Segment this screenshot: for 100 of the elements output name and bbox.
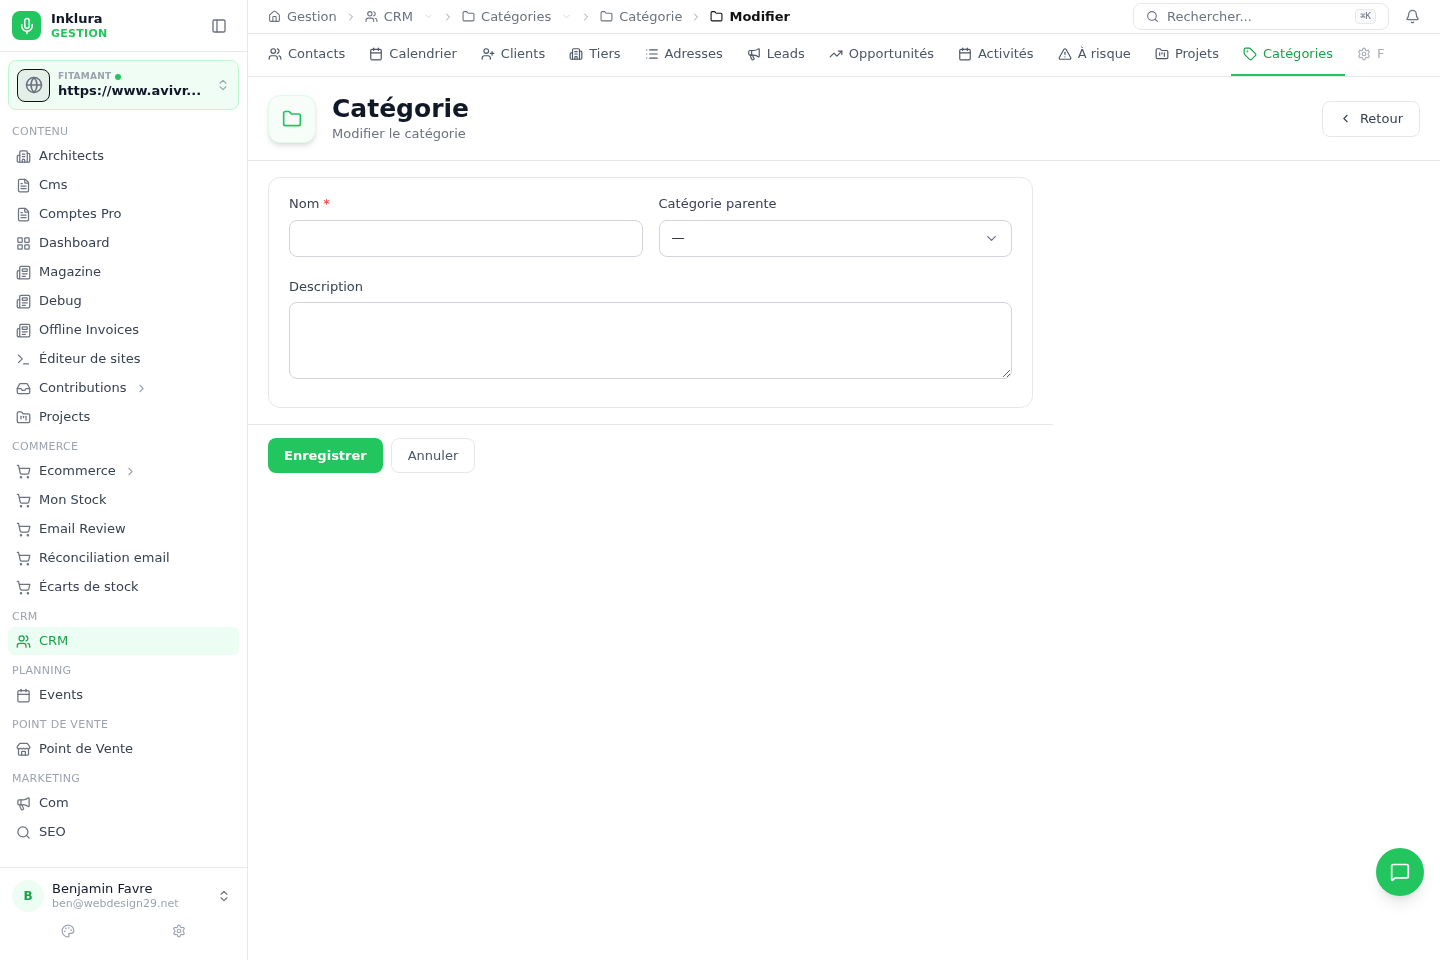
folder-icon <box>1154 47 1169 61</box>
section-heading: CRM <box>11 609 39 625</box>
shortcut-key: ⌘K <box>1355 8 1376 25</box>
parent-category-select[interactable]: — <box>658 219 1012 257</box>
grid-icon <box>16 235 31 251</box>
tab[interactable]: Tiers <box>569 34 621 76</box>
palette-icon[interactable] <box>60 924 75 938</box>
section-heading: CONTENU <box>11 124 70 140</box>
tab[interactable]: À risque <box>1057 34 1131 76</box>
cart-icon <box>16 579 31 595</box>
sidebar-toggle-icon[interactable] <box>211 17 227 34</box>
page-subtitle: Modifier le catégorie <box>332 125 467 144</box>
calendar-icon <box>957 47 972 61</box>
back-button[interactable]: Retour <box>1321 100 1420 137</box>
sidebar-item[interactable]: Dashboard <box>8 229 239 257</box>
user-name: Benjamin Favre <box>52 881 154 898</box>
cart-icon <box>16 463 31 479</box>
users-icon <box>268 47 282 61</box>
search-icon <box>16 824 31 840</box>
field-label: Description <box>289 277 365 296</box>
users-icon <box>16 633 31 649</box>
tab[interactable]: Opportunités <box>828 34 934 76</box>
user-plus-icon <box>480 47 495 61</box>
sidebar-item[interactable]: Architects <box>8 142 239 170</box>
sidebar-item[interactable]: Com <box>8 789 239 817</box>
document-icon <box>16 177 31 193</box>
sidebar-item[interactable]: Ecommerce <box>8 457 239 485</box>
logo-icon <box>12 11 41 40</box>
bell-icon[interactable] <box>1405 9 1420 24</box>
tab[interactable]: Activités <box>957 34 1034 76</box>
field-label: Catégorie parente <box>658 195 778 213</box>
terminal-icon <box>16 351 31 367</box>
section-heading: COMMERCE <box>11 439 80 455</box>
calendar-icon <box>16 687 31 703</box>
sidebar-item[interactable]: SEO <box>8 818 239 846</box>
sidebar-item[interactable]: Mon Stock <box>8 486 239 514</box>
section-heading: PLANNING <box>11 663 73 679</box>
folder-icon <box>16 409 31 425</box>
cart-icon <box>16 521 31 537</box>
sidebar-item[interactable]: Contributions <box>8 374 239 402</box>
user-avatar: B <box>12 880 44 912</box>
search-field[interactable]: Rechercher... ⌘K <box>1133 3 1389 30</box>
newspaper-icon <box>16 322 31 338</box>
chat-icon <box>1390 862 1410 882</box>
breadcrumb-link[interactable]: Modifier <box>710 6 790 27</box>
user-email: ben@webdesign29.net <box>52 897 180 911</box>
folder-icon <box>462 10 476 23</box>
tab[interactable]: Adresses <box>644 34 723 76</box>
folder-icon <box>600 10 614 23</box>
breadcrumb-link[interactable]: Catégorie <box>600 6 683 27</box>
workspace-url: https://www.avivr... <box>58 82 203 99</box>
globe-icon <box>17 68 50 102</box>
document-icon <box>16 206 31 222</box>
breadcrumb-link[interactable]: Gestion <box>268 6 337 27</box>
tab[interactable]: Leads <box>746 34 805 76</box>
tab[interactable]: Clients <box>480 34 546 76</box>
folder-icon <box>268 94 316 143</box>
breadcrumb-link[interactable]: CRM <box>364 6 435 27</box>
list-icon <box>644 47 659 61</box>
sidebar-item[interactable]: Events <box>8 681 239 709</box>
name-field[interactable] <box>289 219 643 257</box>
megaphone-icon <box>16 795 31 811</box>
megaphone-icon <box>746 47 761 61</box>
newspaper-icon <box>16 293 31 309</box>
sidebar-item[interactable]: Debug <box>8 287 239 315</box>
sidebar-item[interactable]: Cms <box>8 171 239 199</box>
sidebar-item[interactable]: Comptes Pro <box>8 200 239 228</box>
sidebar-item[interactable]: Email Review <box>8 515 239 543</box>
sidebar-item[interactable]: Écarts de stock <box>8 573 239 601</box>
field-label: Nom * <box>289 195 331 213</box>
cart-icon <box>16 492 31 508</box>
home-icon <box>268 10 281 23</box>
workspace-label: FITAMANT <box>58 71 112 83</box>
sidebar-item[interactable]: Offline Invoices <box>8 316 239 344</box>
cancel-button[interactable]: Annuler <box>390 438 476 473</box>
sidebar-item[interactable]: Réconciliation email <box>8 544 239 572</box>
sidebar-item[interactable]: Point de Vente <box>8 735 239 763</box>
brand-name: Inklura <box>51 10 104 27</box>
newspaper-icon <box>16 264 31 280</box>
sidebar-item[interactable]: Magazine <box>8 258 239 286</box>
breadcrumb-link[interactable]: Catégories <box>462 6 573 27</box>
settings-icon[interactable] <box>172 924 187 938</box>
cart-icon <box>16 550 31 566</box>
brand-subtitle: GESTION <box>51 26 108 41</box>
tab[interactable]: Projets <box>1154 34 1219 76</box>
users-icon <box>364 10 378 23</box>
description-field[interactable] <box>289 302 1012 379</box>
page-title: Catégorie <box>332 93 470 125</box>
store-icon <box>16 741 31 757</box>
sidebar-item[interactable]: Éditeur de sites <box>8 345 239 373</box>
section-heading: MARKETING <box>11 771 81 787</box>
warning-icon <box>1057 47 1072 61</box>
chat-button[interactable] <box>1376 848 1424 896</box>
tab[interactable]: Calendrier <box>369 34 457 76</box>
calendar-icon <box>369 47 384 61</box>
tag-icon <box>1243 47 1257 61</box>
workspace-switcher[interactable]: FITAMANT https://www.avivr... <box>8 60 239 110</box>
search-placeholder: Rechercher... <box>1167 7 1252 26</box>
tab[interactable]: Contacts <box>268 34 346 76</box>
sidebar-item[interactable]: Projects <box>8 403 239 431</box>
